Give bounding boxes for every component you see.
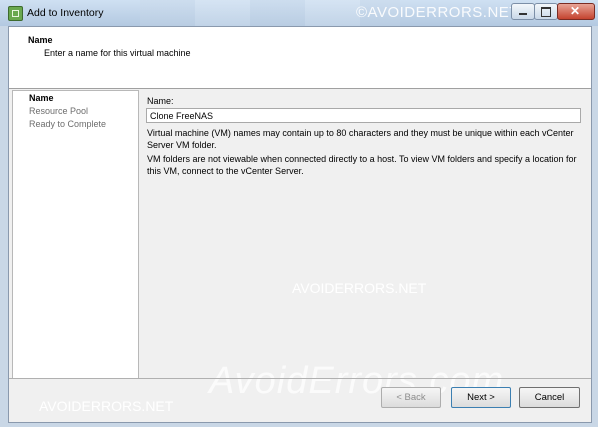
- wizard-steps-panel: Name Resource Pool Ready to Complete: [12, 90, 139, 379]
- footer-divider: [9, 378, 591, 379]
- wizard-header: Name Enter a name for this virtual machi…: [9, 27, 591, 89]
- step-name[interactable]: Name: [29, 93, 54, 103]
- vsphere-app-icon: [8, 6, 23, 21]
- watermark-bottom: AVOIDERRORS.NET: [39, 398, 174, 414]
- title-bar[interactable]: Add to Inventory ©AVOIDERRORS.NET ✕: [0, 0, 598, 26]
- minimize-icon: [519, 13, 527, 15]
- maximize-icon: [541, 7, 551, 17]
- next-button[interactable]: Next >: [451, 387, 511, 408]
- maximize-button[interactable]: [534, 3, 558, 20]
- watermark-middle: AVOIDERRORS.NET: [292, 280, 427, 296]
- add-to-inventory-window: Add to Inventory ©AVOIDERRORS.NET ✕ Name…: [0, 0, 598, 427]
- name-rules-text: Virtual machine (VM) names may contain u…: [147, 128, 574, 150]
- back-button[interactable]: < Back: [381, 387, 441, 408]
- page-title: Name: [28, 35, 53, 45]
- close-button[interactable]: ✕: [557, 3, 595, 20]
- vm-name-input[interactable]: [146, 108, 581, 123]
- name-form-panel: Name: Virtual machine (VM) names may con…: [139, 90, 588, 377]
- watermark-top: ©AVOIDERRORS.NET: [356, 4, 519, 21]
- dialog-content: Name Enter a name for this virtual machi…: [8, 26, 592, 423]
- window-title: Add to Inventory: [27, 7, 104, 19]
- page-subtitle: Enter a name for this virtual machine: [44, 48, 191, 58]
- minimize-button[interactable]: [511, 3, 535, 20]
- step-ready-to-complete[interactable]: Ready to Complete: [29, 119, 106, 129]
- step-resource-pool[interactable]: Resource Pool: [29, 106, 88, 116]
- name-label: Name:: [147, 96, 174, 106]
- folder-info-text: VM folders are not viewable when connect…: [147, 154, 577, 176]
- cancel-button[interactable]: Cancel: [519, 387, 580, 408]
- close-icon: ✕: [570, 4, 581, 18]
